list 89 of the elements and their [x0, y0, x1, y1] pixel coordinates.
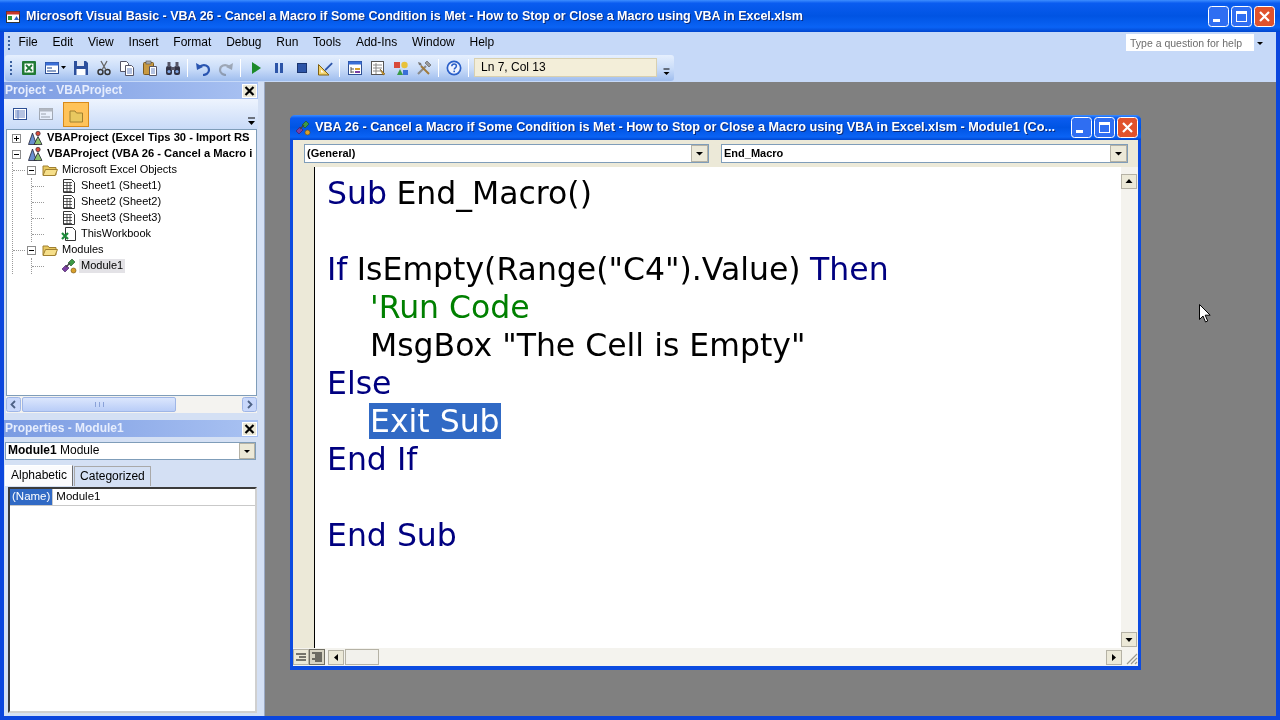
help-question-field[interactable]: Type a question for help [1126, 34, 1254, 51]
panel-title: Properties - Module1 [5, 421, 124, 436]
tree-item[interactable]: Sheet1 (Sheet1) [79, 179, 164, 193]
window-title: Microsoft Visual Basic - VBA 26 - Cancel a Macro if Some Condition is Met - How to Stop or Close a Macro using VBA in Excel.xlsm [26, 8, 803, 24]
tree-item[interactable]: VBAProject (VBA 26 - Cancel a Macro i [45, 147, 255, 161]
procedure-view-icon[interactable] [293, 649, 309, 665]
menu-item[interactable]: Run [268, 35, 306, 50]
caret-icon[interactable] [61, 66, 66, 69]
program-icon [5, 8, 21, 24]
pages-icon[interactable] [118, 59, 135, 76]
tree-item[interactable]: Microsoft Excel Objects [60, 163, 179, 177]
project-tree-icon[interactable] [346, 59, 363, 76]
folder-icon [42, 242, 58, 258]
code-line: MsgBox "The Cell is Empty" [369, 327, 807, 363]
property-name-cell[interactable]: (Name) [10, 489, 53, 505]
scrollbar-thumb[interactable] [22, 397, 176, 412]
tree-item[interactable]: Modules [60, 243, 106, 257]
tree-item[interactable]: Sheet3 (Sheet3) [79, 211, 164, 225]
workbook-icon [61, 226, 77, 242]
sheet-icon [61, 194, 77, 210]
code-line: End If [326, 441, 419, 477]
project-icon [27, 130, 43, 146]
close-icon[interactable] [242, 421, 257, 436]
expand-icon[interactable] [12, 133, 21, 143]
project-icon [27, 146, 43, 162]
code-line: End Sub [326, 517, 458, 553]
code-line: Sub End_Macro() [326, 175, 593, 211]
full-module-view-icon[interactable] [309, 649, 325, 665]
folder-icon [42, 162, 58, 178]
module-icon [295, 119, 311, 136]
binoculars-icon[interactable] [164, 59, 181, 76]
menu-item[interactable]: Help [462, 35, 502, 50]
shapes-icon[interactable] [392, 59, 409, 76]
spreadsheet-icon[interactable] [20, 59, 37, 76]
mouse-pointer-icon [1199, 304, 1211, 323]
collapse-icon[interactable] [27, 245, 36, 255]
toolbar-options-icon[interactable] [248, 117, 255, 126]
collapse-icon[interactable] [12, 149, 21, 159]
horizontal-scrollbar[interactable] [328, 649, 1122, 665]
property-value-cell[interactable]: Module1 [52, 488, 101, 506]
scroll-down-icon[interactable] [1121, 632, 1137, 647]
tools-icon[interactable] [415, 59, 432, 76]
maximize-icon[interactable] [1231, 5, 1252, 27]
object-combo[interactable]: Module1 Module [5, 441, 256, 460]
menu-item[interactable]: Add-Ins [348, 35, 405, 50]
maximize-icon[interactable] [1094, 117, 1115, 138]
code-view-icon[interactable] [12, 106, 28, 122]
properties-tab[interactable]: Alphabetic [5, 464, 74, 486]
tree-item[interactable]: Sheet2 (Sheet2) [79, 195, 164, 209]
tree-item[interactable]: ThisWorkbook [79, 227, 154, 241]
vertical-scrollbar[interactable] [1121, 167, 1138, 648]
sheet-icon [61, 210, 77, 226]
menu-item[interactable]: Window [404, 35, 463, 50]
code-line: Else [326, 365, 393, 401]
toolbar-grip-icon[interactable] [7, 34, 11, 51]
window-title: VBA 26 - Cancel a Macro if Some Condition is Met - How to Stop or Close a Macro using VBA in Excel.xlsm - Module1 (Co... [315, 119, 1055, 136]
property-sheet-icon[interactable] [369, 59, 386, 76]
menu-item[interactable]: Insert [121, 35, 166, 50]
object-combo[interactable]: (General) [304, 144, 709, 163]
cursor-position-label: Ln 7, Col 13 [474, 58, 657, 77]
horizontal-scrollbar[interactable] [6, 396, 257, 413]
menu-item[interactable]: File [11, 35, 46, 50]
menu-item[interactable]: Format [165, 35, 219, 50]
scissors-icon[interactable] [95, 59, 112, 76]
form-icon[interactable] [43, 59, 60, 76]
menu-item[interactable]: View [80, 35, 122, 50]
minimize-icon[interactable] [1071, 117, 1092, 138]
code-line: 'Run Code [369, 289, 531, 325]
procedure-combo[interactable]: End_Macro [721, 144, 1128, 163]
panel-title: Project - VBAProject [5, 83, 123, 98]
minimize-icon[interactable] [1208, 5, 1229, 27]
module-icon [61, 258, 77, 274]
tree-item[interactable]: Module1 [79, 259, 126, 273]
scroll-left-icon[interactable] [328, 649, 344, 665]
menu-item[interactable]: Debug [218, 35, 269, 50]
properties-tab[interactable]: Categorized [74, 465, 151, 486]
tree-item[interactable]: VBAProject (Excel Tips 30 - Import RS [45, 131, 252, 145]
scrollbar-thumb[interactable] [345, 649, 379, 665]
scroll-up-icon[interactable] [1121, 174, 1137, 189]
code-line: If IsEmpty(Range("C4").Value) Then [326, 251, 890, 287]
scroll-right-icon[interactable] [1106, 649, 1122, 665]
help-icon[interactable] [445, 59, 462, 76]
menu-item[interactable]: Tools [305, 35, 349, 50]
sheet-icon [61, 178, 77, 194]
menu-item[interactable]: Edit [45, 35, 81, 50]
close-icon[interactable] [242, 83, 257, 98]
toolbar-grip-icon[interactable] [9, 59, 13, 76]
clipboard-icon[interactable] [141, 59, 158, 76]
collapse-icon[interactable] [27, 165, 36, 175]
